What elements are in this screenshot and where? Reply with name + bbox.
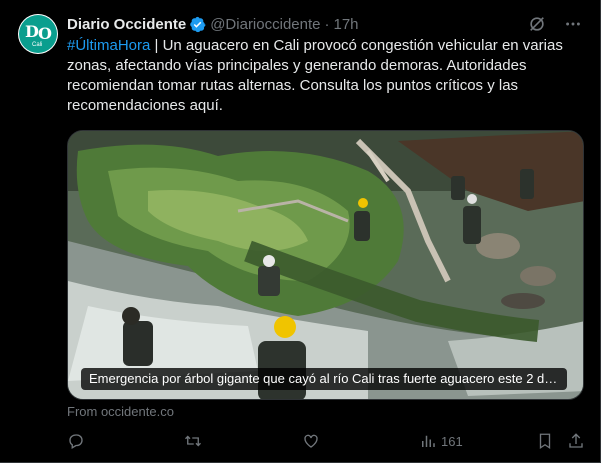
views-count: 161 <box>441 433 463 449</box>
reply-icon <box>69 434 83 449</box>
like-icon <box>304 434 318 448</box>
avatar-letter-o: O <box>38 24 52 43</box>
hashtag-link[interactable]: #ÚltimaHora <box>67 37 150 54</box>
reply-button[interactable] <box>67 432 89 450</box>
share-button[interactable] <box>567 432 585 450</box>
avatar-sub-label: Cali <box>32 42 43 48</box>
tweet-text: #ÚltimaHora | Un aguacero en Cali provoc… <box>67 36 587 116</box>
author-handle[interactable]: @Diarioccidente <box>210 16 320 33</box>
share-icon <box>569 433 583 448</box>
like-button[interactable] <box>302 432 324 450</box>
link-source[interactable]: From occidente.co <box>67 404 174 419</box>
verified-badge-icon <box>189 16 206 33</box>
bookmark-icon <box>539 433 551 450</box>
retweet-icon <box>185 435 201 447</box>
separator-dot: · <box>324 15 330 33</box>
avatar-letter-d: D <box>25 22 39 41</box>
tweet-media-image[interactable]: Emergencia por árbol gigante que cayó al… <box>67 130 584 400</box>
tweet-header: Diario Occidente @Diarioccidente · 17h <box>67 14 359 34</box>
more-icon[interactable] <box>563 14 583 34</box>
author-name[interactable]: Diario Occidente <box>67 16 186 33</box>
avatar-logo: D O Cali <box>19 15 57 53</box>
views-button[interactable]: 161 <box>419 432 463 450</box>
views-icon <box>422 435 435 447</box>
tweet-actions-bar: 161 <box>67 432 587 454</box>
retweet-button[interactable] <box>184 432 206 450</box>
grok-icon[interactable] <box>527 14 547 34</box>
media-caption: Emergencia por árbol gigante que cayó al… <box>81 368 567 390</box>
river-photo <box>68 131 583 399</box>
timestamp[interactable]: 17h <box>333 16 358 33</box>
tweet-top-actions <box>527 14 583 34</box>
bookmark-button[interactable] <box>536 432 554 450</box>
avatar[interactable]: D O Cali <box>18 14 58 54</box>
